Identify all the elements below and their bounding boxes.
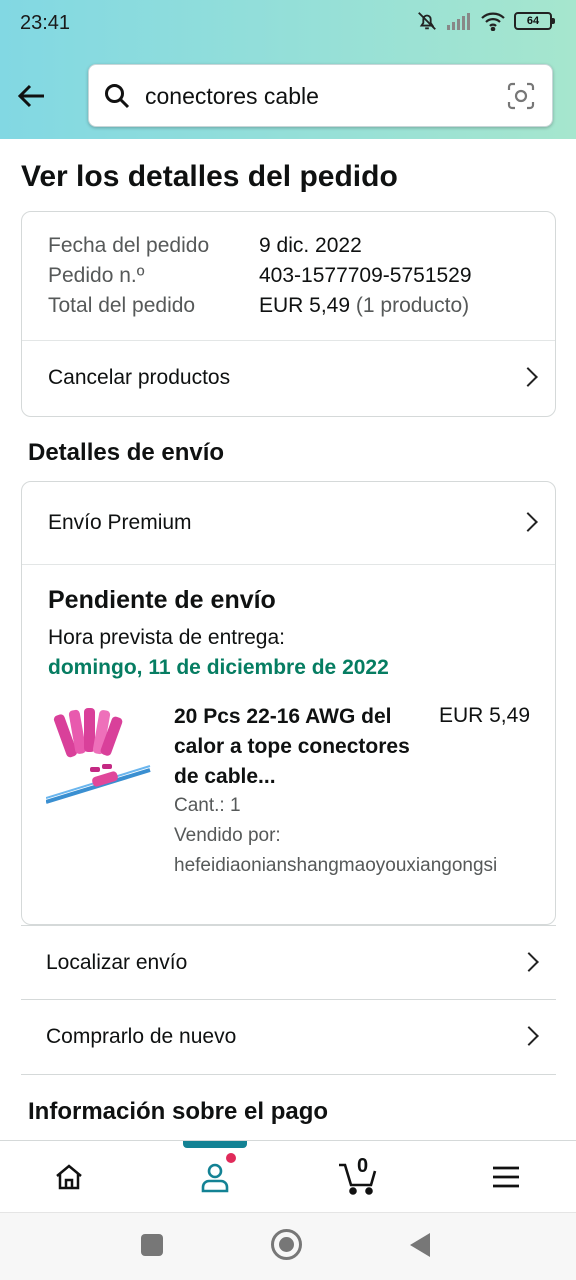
notification-dot bbox=[226, 1153, 236, 1163]
cart-count: 0 bbox=[357, 1155, 369, 1177]
buy-again-link[interactable]: Comprarlo de nuevo bbox=[21, 1000, 556, 1075]
search-query: conectores cable bbox=[145, 83, 319, 109]
bell-muted-icon bbox=[418, 12, 436, 30]
arrow-left-icon bbox=[17, 84, 44, 108]
shipping-card: Envío Premium Pendiente de envío Hora pr… bbox=[21, 481, 556, 925]
camera-lens-icon[interactable] bbox=[506, 81, 536, 111]
track-shipment-label: Localizar envío bbox=[46, 950, 188, 974]
track-shipment-link[interactable]: Localizar envío bbox=[21, 925, 556, 1000]
seller-label: Vendido por: bbox=[174, 825, 281, 846]
user-icon bbox=[201, 1163, 229, 1193]
delivery-eta-label: Hora prevista de entrega: bbox=[48, 626, 285, 649]
system-nav-bar bbox=[0, 1212, 576, 1280]
order-total-count: (1 producto) bbox=[355, 294, 470, 317]
buy-again-label: Comprarlo de nuevo bbox=[46, 1025, 237, 1048]
product-quantity: Cant.: 1 bbox=[174, 795, 241, 816]
chevron-right-icon bbox=[518, 512, 538, 532]
divider bbox=[22, 564, 555, 565]
back-system-button[interactable] bbox=[408, 1231, 432, 1259]
nav-menu[interactable] bbox=[470, 1141, 542, 1213]
page-title: Ver los detalles del pedido bbox=[21, 160, 398, 193]
product-price: EUR 5,49 bbox=[438, 704, 530, 727]
order-number-value: 403-1577709-5751529 bbox=[259, 264, 472, 287]
chevron-right-icon bbox=[518, 367, 538, 387]
nav-home[interactable] bbox=[33, 1141, 105, 1213]
chevron-right-icon bbox=[519, 1026, 539, 1046]
home-icon bbox=[56, 1164, 82, 1190]
cancel-products-link[interactable]: Cancelar productos bbox=[22, 341, 555, 415]
status-bar: 23:41 64 bbox=[0, 0, 576, 48]
home-system-button[interactable] bbox=[271, 1229, 302, 1260]
battery-icon: 64 bbox=[514, 12, 555, 30]
product-title-link[interactable]: 20 Pcs 22-16 AWG del calor a tope conect… bbox=[174, 702, 414, 792]
seller-name: hefeidiaonianshangmaoyouxiangongsi bbox=[174, 855, 498, 876]
recents-button[interactable] bbox=[141, 1234, 163, 1256]
nav-cart[interactable]: 0 bbox=[323, 1141, 395, 1213]
payment-section-title: Información sobre el pago bbox=[28, 1098, 329, 1125]
menu-icon bbox=[493, 1166, 519, 1188]
delivery-eta-date: domingo, 11 de diciembre de 2022 bbox=[48, 656, 389, 679]
order-total-amount: EUR 5,49 bbox=[259, 294, 351, 317]
order-number-label: Pedido n.º bbox=[48, 264, 145, 287]
shipping-method-link[interactable]: Envío Premium bbox=[22, 486, 555, 560]
status-time: 23:41 bbox=[20, 12, 71, 34]
home-system-dot-icon bbox=[279, 1237, 294, 1252]
nav-account[interactable] bbox=[179, 1141, 251, 1213]
order-summary-card: Fecha del pedido 9 dic. 2022 Pedido n.º … bbox=[21, 211, 556, 417]
shipping-method-label: Envío Premium bbox=[48, 511, 192, 534]
back-button[interactable] bbox=[14, 78, 50, 114]
app-header: 23:41 64 conectores cable bbox=[0, 0, 576, 139]
order-date-value: 9 dic. 2022 bbox=[259, 234, 362, 257]
shipping-status-title: Pendiente de envío bbox=[48, 586, 276, 614]
search-input[interactable]: conectores cable bbox=[88, 64, 553, 127]
product-image[interactable] bbox=[46, 704, 152, 808]
chevron-right-icon bbox=[519, 951, 539, 972]
bottom-nav: 0 bbox=[0, 1140, 576, 1212]
cancel-products-label: Cancelar productos bbox=[48, 366, 231, 389]
wifi-icon bbox=[481, 12, 505, 31]
order-date-label: Fecha del pedido bbox=[48, 234, 210, 257]
order-total-label: Total del pedido bbox=[48, 294, 196, 317]
status-icons: 64 bbox=[416, 10, 555, 32]
signal-icon bbox=[447, 13, 470, 30]
search-icon bbox=[105, 84, 130, 109]
shipping-section-title: Detalles de envío bbox=[28, 439, 225, 466]
order-total-value: EUR 5,49 (1 producto) bbox=[259, 294, 469, 318]
